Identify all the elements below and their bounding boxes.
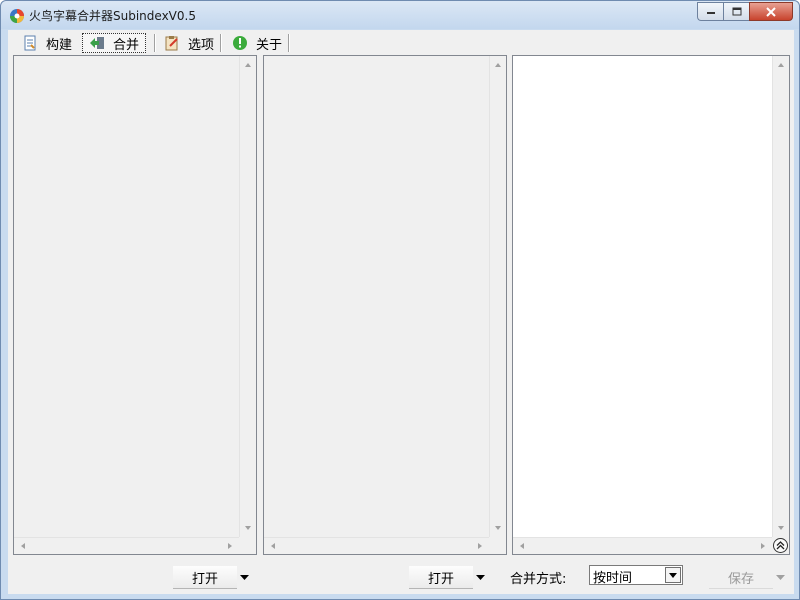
minimize-button[interactable] bbox=[697, 2, 723, 21]
open-middle-button[interactable]: 打开 bbox=[409, 566, 473, 589]
close-icon bbox=[766, 6, 776, 17]
dropdown-arrow-icon bbox=[239, 574, 249, 580]
double-chevron-up-icon bbox=[776, 541, 785, 550]
middle-list-panel[interactable] bbox=[263, 55, 507, 555]
minimize-icon bbox=[706, 11, 715, 14]
toolbar-separator bbox=[288, 34, 290, 52]
toolbar-build-label: 构建 bbox=[46, 37, 73, 53]
right-horizontal-scrollbar[interactable] bbox=[513, 537, 772, 554]
merge-mode-label: 合并方式: bbox=[510, 572, 567, 587]
close-button[interactable] bbox=[749, 2, 793, 21]
save-dropdown[interactable] bbox=[773, 566, 787, 589]
scroll-left-icon[interactable] bbox=[269, 542, 277, 550]
maximize-button[interactable] bbox=[723, 2, 749, 21]
result-text-panel[interactable] bbox=[512, 55, 790, 555]
chevron-down-icon bbox=[669, 572, 677, 578]
toolbar-options-button[interactable]: 选项 bbox=[158, 33, 220, 53]
toolbar-separator bbox=[220, 34, 222, 52]
toolbar-about-label: 关于 bbox=[256, 37, 283, 53]
merge-mode-value: 按时间 bbox=[593, 571, 633, 586]
save-split-button[interactable]: 保存 bbox=[708, 565, 788, 589]
scroll-down-icon[interactable] bbox=[777, 524, 785, 532]
maximize-icon bbox=[732, 7, 741, 16]
scroll-right-icon[interactable] bbox=[759, 542, 767, 550]
scroll-down-icon[interactable] bbox=[494, 524, 502, 532]
merge-arrow-icon bbox=[90, 37, 104, 49]
expand-toggle-button[interactable] bbox=[772, 537, 789, 554]
toolbar: 构建 合并 选项 关于 bbox=[8, 30, 794, 56]
middle-horizontal-scrollbar[interactable] bbox=[264, 537, 489, 554]
merge-mode-dropdown-button[interactable] bbox=[665, 567, 681, 583]
client-area: 构建 合并 选项 关于 打开 打开 合并方式: 按时间 保存 bbox=[8, 30, 794, 594]
scroll-up-icon[interactable] bbox=[494, 61, 502, 69]
toolbar-merge-button[interactable]: 合并 bbox=[82, 33, 147, 53]
open-left-dropdown[interactable] bbox=[237, 566, 251, 589]
toolbar-separator bbox=[154, 34, 156, 52]
scroll-up-icon[interactable] bbox=[777, 61, 785, 69]
about-info-icon bbox=[233, 36, 247, 50]
scroll-left-icon[interactable] bbox=[518, 542, 526, 550]
app-logo-icon bbox=[10, 9, 24, 23]
title-bar[interactable]: 火鸟字幕合并器SubindexV0.5 bbox=[1, 1, 799, 29]
window-controls bbox=[697, 2, 793, 21]
scroll-up-icon[interactable] bbox=[244, 61, 252, 69]
toolbar-merge-label: 合并 bbox=[113, 37, 140, 53]
toolbar-about-button[interactable]: 关于 bbox=[226, 33, 288, 53]
save-button[interactable]: 保存 bbox=[709, 566, 773, 589]
open-left-button[interactable]: 打开 bbox=[173, 566, 237, 589]
scroll-right-icon[interactable] bbox=[476, 542, 484, 550]
merge-mode-select[interactable]: 按时间 bbox=[589, 565, 683, 586]
middle-vertical-scrollbar[interactable] bbox=[489, 56, 506, 537]
toolbar-build-button[interactable]: 构建 bbox=[16, 33, 78, 53]
dropdown-arrow-icon bbox=[775, 574, 785, 580]
left-list-panel[interactable] bbox=[13, 55, 257, 555]
left-vertical-scrollbar[interactable] bbox=[239, 56, 256, 537]
window-title: 火鸟字幕合并器SubindexV0.5 bbox=[29, 9, 196, 23]
scroll-left-icon[interactable] bbox=[19, 542, 27, 550]
open-middle-split-button[interactable]: 打开 bbox=[408, 565, 488, 589]
left-horizontal-scrollbar[interactable] bbox=[14, 537, 239, 554]
build-doc-icon bbox=[24, 35, 36, 51]
app-window: 火鸟字幕合并器SubindexV0.5 构建 合并 选项 关于 打开 打开 合并… bbox=[0, 0, 800, 600]
scroll-down-icon[interactable] bbox=[244, 524, 252, 532]
dropdown-arrow-icon bbox=[475, 574, 485, 580]
options-clipboard-icon bbox=[165, 36, 178, 51]
scroll-right-icon[interactable] bbox=[226, 542, 234, 550]
open-left-split-button[interactable]: 打开 bbox=[172, 565, 252, 589]
toolbar-options-label: 选项 bbox=[188, 37, 215, 53]
open-middle-dropdown[interactable] bbox=[473, 566, 487, 589]
right-vertical-scrollbar[interactable] bbox=[772, 56, 789, 537]
